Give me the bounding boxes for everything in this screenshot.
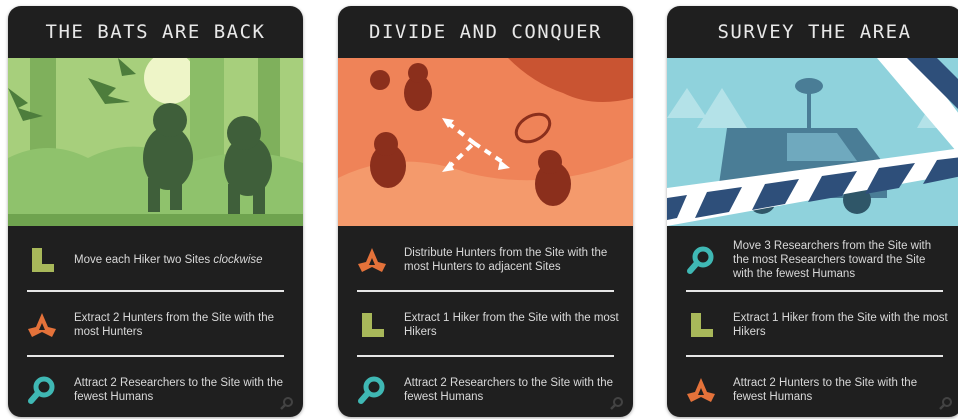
hunter-boomerang-icon	[24, 307, 60, 343]
researcher-magnifier-icon	[354, 372, 390, 408]
card-illustration-forest	[8, 58, 303, 226]
action-text: Extract 2 Hunters from the Site with the…	[74, 312, 275, 338]
action-row: Move each Hiker two Sites clockwise	[8, 227, 303, 293]
action-text: Distribute Hunters from the Site with th…	[404, 247, 608, 273]
action-row: Extract 1 Hiker from the Site with the m…	[338, 292, 633, 358]
action-row: Extract 1 Hiker from the Site with the m…	[667, 292, 958, 358]
action-row: Move 3 Researchers from the Site with th…	[667, 227, 958, 293]
corner-magnifier-icon	[609, 395, 625, 411]
card-illustration-survey-van	[667, 58, 958, 226]
card-title: DIVIDE AND CONQUER	[369, 21, 602, 43]
hunter-boomerang-icon	[683, 372, 719, 408]
card-title: THE BATS ARE BACK	[45, 21, 266, 43]
action-text: Extract 1 Hiker from the Site with the m…	[404, 312, 619, 338]
action-row: Attract 2 Hunters to the Site with the f…	[667, 357, 958, 417]
action-text: Move each Hiker two Sites clockwise	[74, 254, 263, 266]
event-card-divide-and-conquer[interactable]: DIVIDE AND CONQUER Distribute Hunters fr…	[338, 6, 633, 417]
card-title: SURVEY THE AREA	[717, 21, 912, 43]
action-text: Attract 2 Researchers to the Site with t…	[404, 377, 614, 403]
hiker-boot-icon	[683, 307, 719, 343]
event-card-bats-are-back[interactable]: THE BATS ARE BACK Move each Hiker two Si…	[8, 6, 303, 417]
card-illustration-canyon	[338, 58, 633, 226]
action-row: Attract 2 Researchers to the Site with t…	[338, 357, 633, 417]
hiker-boot-icon	[24, 242, 60, 278]
researcher-magnifier-icon	[24, 372, 60, 408]
researcher-magnifier-icon	[683, 242, 719, 278]
action-text: Move 3 Researchers from the Site with th…	[733, 240, 932, 280]
action-row: Attract 2 Researchers to the Site with t…	[8, 357, 303, 417]
event-card-survey-the-area[interactable]: SURVEY THE AREA Move 3 Researchers from …	[667, 6, 958, 417]
corner-magnifier-icon	[279, 395, 295, 411]
action-text: Extract 1 Hiker from the Site with the m…	[733, 312, 948, 338]
corner-magnifier-icon	[938, 395, 954, 411]
hiker-boot-icon	[354, 307, 390, 343]
action-text: Attract 2 Researchers to the Site with t…	[74, 377, 284, 403]
action-row: Distribute Hunters from the Site with th…	[338, 227, 633, 293]
action-row: Extract 2 Hunters from the Site with the…	[8, 292, 303, 358]
action-text: Attract 2 Hunters to the Site with the f…	[733, 377, 918, 403]
hunter-boomerang-icon	[354, 242, 390, 278]
